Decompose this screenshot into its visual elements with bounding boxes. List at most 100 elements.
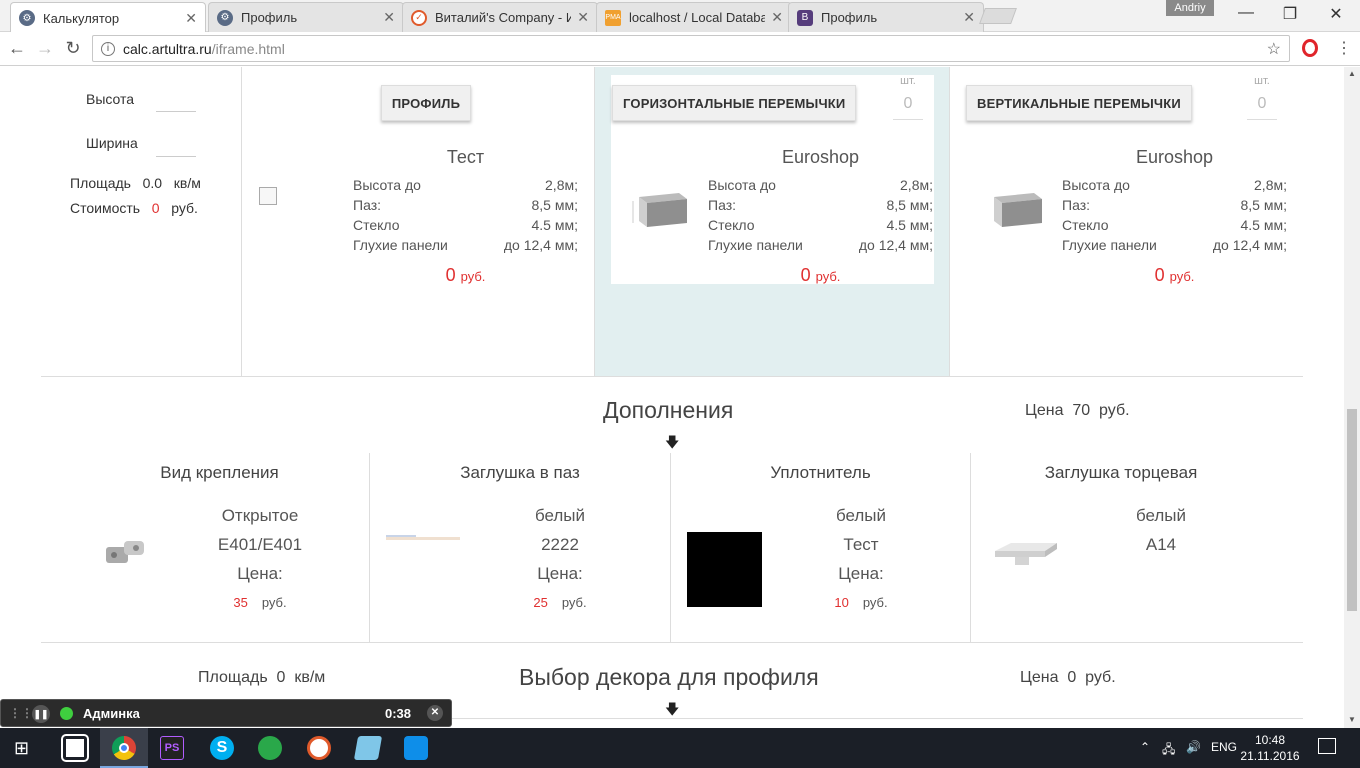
height-label: Высота (86, 91, 135, 107)
url-input[interactable]: i calc.artultra.ru/iframe.html ☆ (92, 35, 1290, 62)
tracker-app-icon[interactable] (307, 736, 331, 760)
close-window-icon[interactable]: ✕ (1326, 4, 1346, 24)
windows-start-icon[interactable]: ⊞ (14, 738, 29, 759)
site-favicon-icon: ⚙ (217, 9, 233, 26)
area-row: Площадь 0.0 кв/м (70, 175, 201, 191)
product-price: 0 руб. (1154, 265, 1195, 285)
product-brand: Euroshop (781, 147, 860, 167)
width-label: Ширина (86, 135, 138, 151)
new-tab-button[interactable] (979, 8, 1017, 24)
recorder-time: 0:38 (385, 706, 412, 721)
recorder-bar: ⋮⋮ ❚❚ Админка 0:38 ✕ (0, 699, 452, 727)
product-horizontal: ГОРИЗОНТАЛЬНЫЕ ПЕРЕМЫЧКИ шт. 0 Euroshop … (595, 67, 950, 376)
mount-bracket-image (106, 541, 144, 563)
chrome-taskbar-button[interactable] (100, 728, 148, 768)
vertical-profile-image (994, 193, 1042, 227)
close-tab-icon[interactable]: ✕ (577, 9, 589, 26)
tab-calculator[interactable]: ⚙ Калькулятор ✕ (10, 2, 206, 33)
task-view-icon[interactable] (61, 734, 89, 762)
tab-company[interactable]: ✓ Виталий's Company - Из ✕ (402, 2, 598, 32)
close-tab-icon[interactable]: ✕ (383, 9, 395, 26)
maximize-icon[interactable]: ❐ (1280, 4, 1300, 24)
address-bar: ← → ↻ i calc.artultra.ru/iframe.html ☆ ⋮ (0, 32, 1360, 66)
notifications-icon[interactable] (1318, 738, 1336, 754)
dimensions-panel: Высота Ширина Площадь 0.0 кв/м Стоимость… (0, 67, 242, 376)
addon-mount-type[interactable]: Вид крепления Открытое E401/E401 Цена: 3… (70, 453, 370, 643)
reload-icon[interactable]: ↻ (62, 38, 84, 59)
tab-phpmyadmin[interactable]: PMA localhost / Local Databa ✕ (596, 2, 792, 32)
product-price: 0 руб. (800, 265, 841, 285)
scroll-thumb[interactable] (1347, 409, 1357, 611)
addon-end-cap[interactable]: Заглушка торцевая белый A14 (971, 453, 1303, 643)
width-input[interactable] (156, 156, 196, 157)
close-tab-icon[interactable]: ✕ (185, 10, 197, 27)
addon-seal[interactable]: Уплотнитель белый Тест Цена: 10 руб. (671, 453, 971, 643)
addons-price: Цена 70 руб. (1025, 402, 1130, 419)
tab-profile[interactable]: ⚙ Профиль ✕ (208, 2, 404, 32)
page-content: Высота Ширина Площадь 0.0 кв/м Стоимость… (0, 67, 1344, 728)
pause-icon[interactable]: ❚❚ (32, 705, 50, 723)
bookmark-star-icon[interactable]: ☆ (1267, 39, 1281, 59)
menu-dots-icon[interactable]: ⋮ (1336, 38, 1352, 58)
back-icon[interactable]: ← (6, 38, 28, 59)
scroll-down-icon[interactable]: ▼ (1348, 715, 1356, 724)
qty-input[interactable]: 0 (1247, 95, 1277, 120)
addons-title: Дополнения (603, 397, 734, 423)
close-tab-icon[interactable]: ✕ (963, 9, 975, 26)
cost-row: Стоимость 0 руб. (70, 200, 198, 216)
product-specs: Высота до 2,8м; Паз: 8,5 мм; Стекло 4.5 мм;… (708, 177, 933, 253)
network-icon[interactable]: 🖧 (1162, 740, 1175, 761)
skype-icon[interactable]: S (210, 736, 234, 760)
vertical-button[interactable]: ВЕРТИКАЛЬНЫЕ ПЕРЕМЫЧКИ (966, 85, 1192, 121)
teamviewer-icon[interactable] (404, 736, 428, 760)
notes-app-icon[interactable] (353, 736, 383, 760)
tab-strip: ⚙ Калькулятор ✕ ⚙ Профиль ✕ ✓ Виталий's … (0, 0, 1360, 33)
language-indicator[interactable]: ENG (1211, 740, 1237, 754)
qty-label: шт. (900, 75, 916, 87)
minimize-icon[interactable]: — (1236, 4, 1256, 22)
drag-handle-icon[interactable]: ⋮⋮ (9, 706, 33, 720)
profile-button[interactable]: ПРОФИЛЬ (381, 85, 471, 121)
recording-status-icon (60, 707, 73, 720)
site-info-icon[interactable]: i (101, 41, 115, 56)
volume-icon[interactable]: 🔊 (1186, 740, 1201, 754)
bootstrap-favicon-icon: B (797, 9, 813, 26)
product-price: 0 руб. (445, 265, 486, 285)
page-scrollbar[interactable]: ▲ ▼ (1344, 67, 1360, 728)
close-recorder-icon[interactable]: ✕ (427, 705, 443, 721)
atom-app-icon[interactable] (258, 736, 282, 760)
product-specs: Высота до 2,8м; Паз: 8,5 мм; Стекло 4.5 мм;… (353, 177, 578, 253)
end-cap-image (995, 543, 1057, 565)
scroll-up-icon[interactable]: ▲ (1348, 69, 1356, 78)
product-vertical: ВЕРТИКАЛЬНЫЕ ПЕРЕМЫЧКИ шт. 0 Euroshop Вы… (950, 67, 1304, 376)
opera-extension-icon[interactable] (1302, 39, 1318, 57)
close-tab-icon[interactable]: ✕ (771, 9, 783, 26)
horizontal-button[interactable]: ГОРИЗОНТАЛЬНЫЕ ПЕРЕМЫЧКИ (612, 85, 857, 121)
height-input[interactable] (156, 111, 196, 112)
decor-title: Выбор декора для профиля (519, 664, 819, 690)
site-favicon-icon: ⚙ (19, 10, 35, 26)
addon-groove-cap[interactable]: Заглушка в паз белый 2222 Цена: 25 руб. (370, 453, 671, 643)
cost-value: 0 (151, 200, 160, 216)
qty-input[interactable]: 0 (893, 95, 923, 120)
area-value: 0.0 (142, 175, 163, 191)
product-brand: Тест (446, 147, 485, 167)
product-specs: Высота до 2,8м; Паз: 8,5 мм; Стекло 4.5 мм;… (1062, 177, 1287, 253)
arrow-down-icon[interactable]: 🡇 (665, 699, 679, 723)
clock[interactable]: 10:48 21.11.2016 (1240, 732, 1300, 764)
decor-area: Площадь 0 кв/м (198, 669, 326, 686)
groove-cap-image (386, 535, 460, 540)
phpstorm-icon[interactable]: PS (160, 736, 184, 760)
broken-image-icon (259, 187, 277, 205)
forward-icon[interactable]: → (34, 38, 56, 59)
product-brand: Euroshop (1135, 147, 1214, 167)
profile-badge[interactable]: Andriy (1166, 0, 1214, 16)
product-profile: ПРОФИЛЬ Тест Высота до 2,8м; Паз: 8,5 мм; … (243, 67, 595, 376)
tab-profile-2[interactable]: B Профиль ✕ (788, 2, 984, 32)
decor-price: Цена 0 руб. (1020, 669, 1116, 686)
horizontal-profile-image (632, 193, 687, 227)
divider (41, 376, 1303, 377)
tray-chevron-icon[interactable]: ⌃ (1140, 740, 1150, 754)
recorder-title: Админка (83, 706, 140, 721)
qty-label: шт. (1254, 75, 1270, 87)
